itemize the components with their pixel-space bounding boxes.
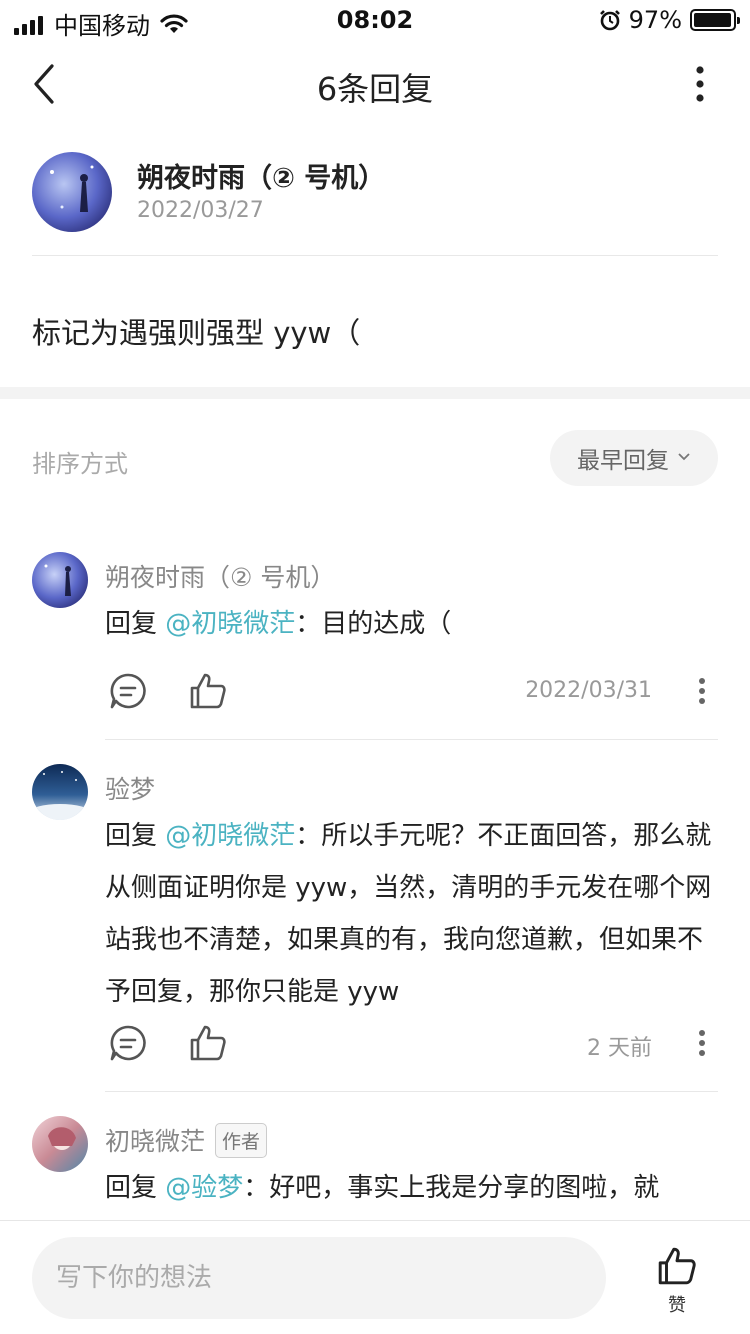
more-vertical-icon[interactable]	[698, 677, 706, 705]
reply-icon[interactable]	[108, 671, 148, 711]
divider	[32, 255, 718, 256]
mention-link[interactable]: @初晓微茫	[165, 821, 295, 851]
post-body: 标记为遇强则强型 yyw（	[32, 316, 361, 350]
battery-icon	[690, 9, 740, 31]
like-label[interactable]: 赞	[668, 1291, 686, 1317]
mention-link[interactable]: @验梦	[165, 1173, 243, 1203]
comment-text: 回复 @初晓微茫：目的达成（	[105, 609, 452, 639]
comment-text: 回复 @验梦：好吧，事实上我是分享的图啦，就	[105, 1173, 660, 1203]
like-icon[interactable]	[188, 1023, 228, 1063]
comment-author[interactable]: 初晓微茫 作者	[105, 1122, 268, 1158]
mention-link[interactable]: @初晓微茫	[165, 609, 295, 639]
comment-time: 2022/03/31	[525, 678, 652, 703]
sort-selected: 最早回复	[577, 448, 669, 474]
post-date: 2022/03/27	[137, 198, 264, 223]
chevron-down-icon	[678, 453, 690, 461]
comment-avatar[interactable]	[32, 764, 88, 820]
comment-author[interactable]: 验梦	[105, 770, 155, 806]
sort-dropdown[interactable]: 最早回复	[550, 430, 718, 486]
like-icon[interactable]	[188, 671, 228, 711]
author-badge: 作者	[215, 1122, 268, 1158]
status-bar: 中国移动 08:02 97%	[0, 0, 750, 40]
page-title: 6条回复	[316, 70, 434, 108]
comment-avatar[interactable]	[32, 552, 88, 608]
sort-label: 排序方式	[32, 450, 128, 478]
alarm-icon	[599, 10, 620, 31]
more-vertical-icon[interactable]	[694, 66, 706, 102]
post-author-name[interactable]: 朔夜时雨（② 号机）	[137, 156, 385, 195]
comment-text: 回复 @初晓微茫：所以手元呢？不正面回答，那么就从侧面证明你是 yyw，当然，清…	[105, 821, 712, 1007]
like-icon[interactable]	[656, 1245, 698, 1287]
divider	[105, 739, 718, 740]
comment-input[interactable]: 写下你的想法	[32, 1237, 606, 1319]
section-separator	[0, 387, 750, 399]
comment-avatar[interactable]	[32, 1116, 88, 1172]
reply-icon[interactable]	[108, 1023, 148, 1063]
comment-author[interactable]: 朔夜时雨（② 号机）	[105, 558, 335, 594]
bottom-bar: 写下你的想法 赞	[0, 1220, 750, 1334]
divider	[105, 1091, 718, 1092]
comment-time: 2 天前	[587, 1036, 652, 1061]
more-vertical-icon[interactable]	[698, 1029, 706, 1057]
battery-percent: 97%	[628, 6, 682, 34]
author-avatar[interactable]	[32, 152, 112, 232]
nav-bar: 6条回复	[0, 44, 750, 124]
